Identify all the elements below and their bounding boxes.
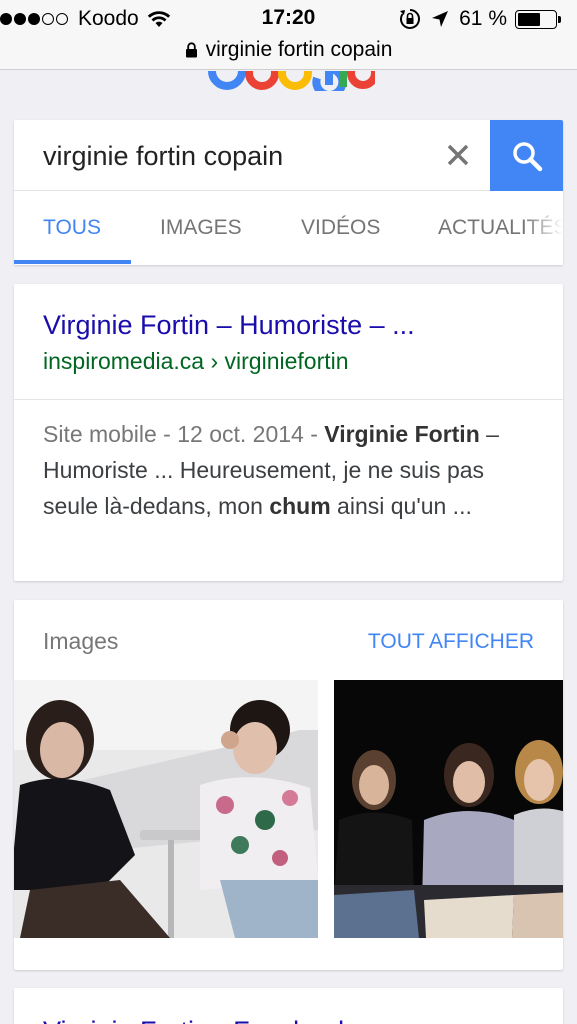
search-input[interactable] (43, 138, 433, 174)
address-bar[interactable]: virginie fortin copain (0, 36, 577, 64)
clear-search-button[interactable] (440, 137, 476, 173)
search-bar (14, 120, 563, 191)
close-icon (447, 144, 469, 166)
search-result-card: Virginie Fortin – Humoriste – ... inspir… (14, 284, 563, 581)
snippet-bold-keyword: chum (269, 493, 331, 519)
tabs-fade (523, 191, 563, 265)
google-logo (205, 71, 375, 91)
search-icon (512, 141, 542, 171)
location-arrow-icon (431, 10, 449, 28)
rotation-lock-icon (399, 8, 421, 30)
snippet-bold-name: Virginie Fortin (324, 421, 480, 447)
snippet-meta: Site mobile - 12 oct. 2014 - (43, 421, 325, 447)
address-text: virginie fortin copain (205, 38, 393, 61)
result-title-link[interactable]: Virginie Fortin – Humoriste – ... (43, 310, 415, 341)
active-tab-indicator (14, 260, 131, 264)
status-indicators: 61 % (399, 6, 561, 32)
next-result-card: Virginie Fortin - Facebook (14, 988, 563, 1024)
tab-tous[interactable]: TOUS (43, 191, 101, 265)
image-thumbnail-1[interactable] (14, 680, 318, 938)
search-button[interactable] (490, 120, 563, 191)
next-result-title-link[interactable]: Virginie Fortin - Facebook (43, 1016, 352, 1024)
snippet-text-end: ainsi qu'un ... (330, 493, 472, 519)
battery-percent: 61 % (459, 7, 507, 30)
see-all-images-link[interactable]: TOUT AFFICHER (368, 630, 534, 654)
lock-icon (185, 42, 198, 58)
result-url[interactable]: inspiromedia.ca › virginiefortin (43, 348, 349, 375)
image-thumbnail-2[interactable] (334, 680, 563, 938)
search-tabs: TOUS IMAGES VIDÉOS ACTUALITÉS (14, 191, 563, 265)
result-snippet: Site mobile - 12 oct. 2014 - Virginie Fo… (43, 416, 543, 524)
images-heading: Images (43, 628, 119, 654)
status-bar: Koodo 17:20 61 % virginie fortin copain (0, 0, 577, 70)
search-card: TOUS IMAGES VIDÉOS ACTUALITÉS (14, 120, 563, 265)
images-card: Images TOUT AFFICHER (14, 600, 563, 970)
tab-images[interactable]: IMAGES (160, 191, 242, 265)
battery-icon (515, 9, 561, 29)
tab-videos[interactable]: VIDÉOS (301, 191, 380, 265)
divider (14, 399, 563, 400)
